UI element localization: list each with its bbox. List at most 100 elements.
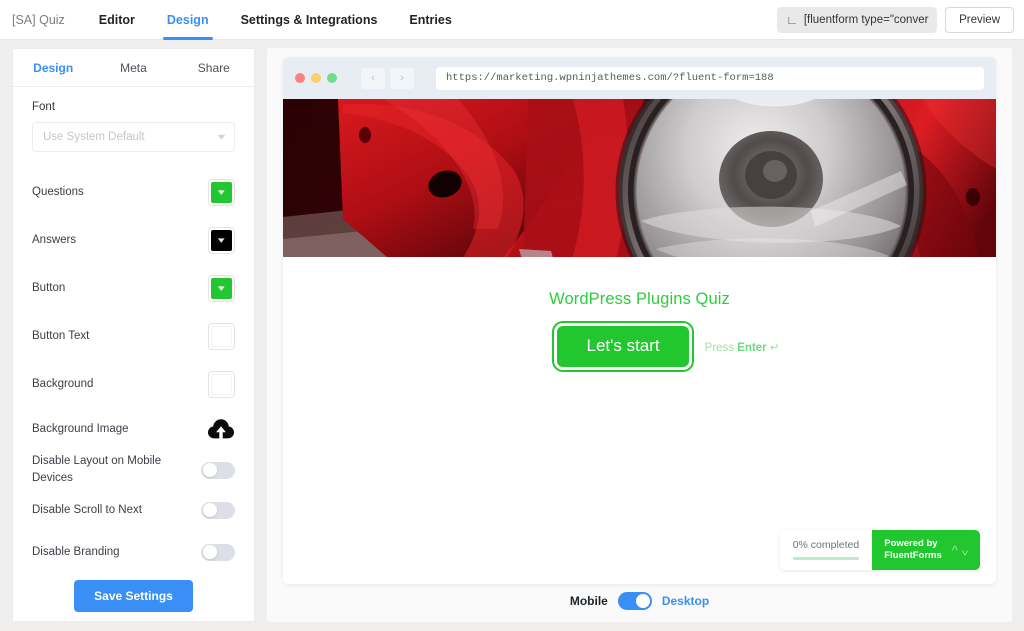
save-settings-button[interactable]: Save Settings	[74, 580, 193, 612]
hero-illustration	[283, 99, 996, 258]
chevron-down-icon: ▾	[218, 282, 225, 293]
app-root: [SA] Quiz Editor Design Settings & Integ…	[0, 0, 1024, 631]
chevron-down-icon: ▾	[218, 234, 225, 245]
toggle-disable-branding[interactable]	[201, 543, 235, 561]
color-swatch-questions[interactable]: ▾	[208, 178, 235, 206]
progress-bar	[792, 557, 860, 560]
maximize-dot-icon[interactable]	[327, 73, 337, 83]
color-swatch-button[interactable]: ▾	[208, 274, 235, 302]
quiz-footer-widgets: 0% completed Powered by FluentForms ^ ^	[779, 530, 980, 570]
powered-line-1: Powered by	[884, 538, 938, 550]
row-questions-color: Questions ▾	[32, 168, 235, 216]
progress-indicator: 0% completed	[779, 530, 873, 570]
close-dot-icon[interactable]	[295, 73, 305, 83]
url-text: https://marketing.wpninjathemes.com/?flu…	[446, 72, 774, 84]
panel-tab-design[interactable]: Design	[13, 49, 93, 86]
chevron-left-icon[interactable]: ‹	[361, 67, 385, 89]
color-swatch-background[interactable]	[208, 370, 235, 398]
font-label: Font	[32, 101, 56, 113]
row-background-image: Background Image	[32, 408, 235, 450]
design-settings-panel: Design Meta Share Font Use System Defaul…	[12, 48, 255, 622]
label-disable-branding: Disable Branding	[32, 545, 120, 558]
tab-form-title[interactable]: [SA] Quiz	[0, 0, 83, 40]
panel-tab-share[interactable]: Share	[174, 49, 254, 86]
swatch-fill	[211, 325, 232, 347]
browser-preview-frame: ‹ › https://marketing.wpninjathemes.com/…	[283, 57, 996, 584]
panel-tab-bar: Design Meta Share	[13, 49, 254, 87]
tab-settings-integrations[interactable]: Settings & Integrations	[225, 0, 394, 40]
chevron-down-icon: ▾	[217, 131, 226, 143]
label-disable-scroll-next: Disable Scroll to Next	[32, 503, 142, 516]
progress-label: 0% completed	[792, 539, 860, 551]
chevron-up-icon[interactable]: ^	[952, 543, 958, 558]
enter-arrow-icon: ↵	[766, 341, 780, 354]
row-button-color: Button ▾	[32, 264, 235, 312]
cloud-upload-glyph	[208, 419, 234, 439]
powered-by-badge[interactable]: Powered by FluentForms ^ ^	[872, 530, 980, 570]
toggle-knob	[202, 545, 217, 559]
lets-start-button[interactable]: Let's start	[557, 326, 689, 367]
font-select-value: Use System Default	[43, 131, 145, 143]
row-button-text-color: Button Text	[32, 312, 235, 360]
hint-prefix: Press	[704, 341, 738, 354]
font-select[interactable]: Use System Default ▾	[32, 122, 235, 152]
device-switcher: Mobile Desktop	[570, 592, 709, 610]
powered-line-2: FluentForms	[884, 550, 942, 561]
row-disable-scroll-next: Disable Scroll to Next	[32, 490, 235, 530]
row-disable-layout-mobile: Disable Layout on Mobile Devices	[32, 450, 235, 490]
minimize-dot-icon[interactable]	[311, 73, 321, 83]
label-background-image: Background Image	[32, 422, 129, 435]
browser-chrome-bar: ‹ › https://marketing.wpninjathemes.com/…	[283, 57, 996, 99]
shortcode-text: [fluentform type="conver	[803, 14, 929, 26]
cloud-upload-icon[interactable]	[207, 418, 235, 440]
label-questions: Questions	[32, 185, 84, 198]
top-tabs: [SA] Quiz Editor Design Settings & Integ…	[0, 0, 468, 40]
swatch-fill: ▾	[211, 229, 232, 251]
shortcode-field[interactable]: ∟ [fluentform type="conver	[777, 7, 938, 33]
tab-design[interactable]: Design	[151, 0, 225, 40]
press-enter-hint: Press Enter ↵	[705, 340, 780, 354]
label-desktop: Desktop	[661, 594, 710, 608]
device-toggle[interactable]	[617, 592, 652, 610]
row-answers-color: Answers ▾	[32, 216, 235, 264]
nav-chevrons: ^ ^	[952, 543, 968, 558]
color-swatch-answers[interactable]: ▾	[208, 226, 235, 254]
chevron-down-icon[interactable]: ^	[962, 543, 968, 558]
save-bar: Save Settings	[13, 571, 254, 621]
toggle-knob	[202, 463, 217, 477]
panel-tab-meta[interactable]: Meta	[93, 49, 173, 86]
tab-editor[interactable]: Editor	[83, 0, 151, 40]
panel-body: Font Use System Default ▾ Questions ▾ An…	[13, 87, 254, 614]
chevron-right-icon[interactable]: ›	[390, 67, 414, 89]
color-swatch-button-text[interactable]	[208, 322, 235, 350]
label-button-text: Button Text	[32, 329, 90, 342]
swatch-fill: ▾	[211, 181, 232, 203]
preview-button[interactable]: Preview	[945, 7, 1014, 33]
hint-key: Enter	[737, 341, 767, 354]
label-background: Background	[32, 377, 94, 390]
top-navigation-bar: [SA] Quiz Editor Design Settings & Integ…	[0, 0, 1024, 40]
row-background-color: Background	[32, 360, 235, 408]
label-disable-layout-mobile: Disable Layout on Mobile Devices	[32, 455, 162, 484]
label-button: Button	[32, 281, 66, 294]
hero-image	[283, 99, 996, 258]
label-answers: Answers	[32, 233, 77, 246]
swatch-fill: ▾	[211, 277, 232, 299]
label-mobile: Mobile	[569, 594, 608, 608]
quiz-body: WordPress Plugins Quiz Let's start Press…	[283, 257, 996, 584]
shortcode-icon: ∟	[786, 13, 798, 27]
top-bar-actions: ∟ [fluentform type="conver Preview	[777, 0, 1014, 40]
start-row: Let's start Press Enter ↵	[283, 326, 996, 367]
swatch-fill	[211, 373, 232, 395]
window-controls	[295, 73, 337, 83]
tab-entries[interactable]: Entries	[393, 0, 467, 40]
row-disable-branding: Disable Branding	[32, 530, 235, 574]
powered-by-text: Powered by FluentForms	[884, 538, 942, 562]
url-input[interactable]: https://marketing.wpninjathemes.com/?flu…	[436, 66, 984, 90]
toggle-knob	[202, 503, 217, 517]
browser-nav-buttons: ‹ ›	[361, 67, 414, 89]
preview-panel: ‹ › https://marketing.wpninjathemes.com/…	[267, 48, 1012, 622]
chevron-down-icon: ▾	[218, 186, 225, 197]
toggle-disable-scroll-next[interactable]	[201, 501, 235, 519]
toggle-disable-layout-mobile[interactable]	[201, 461, 235, 479]
